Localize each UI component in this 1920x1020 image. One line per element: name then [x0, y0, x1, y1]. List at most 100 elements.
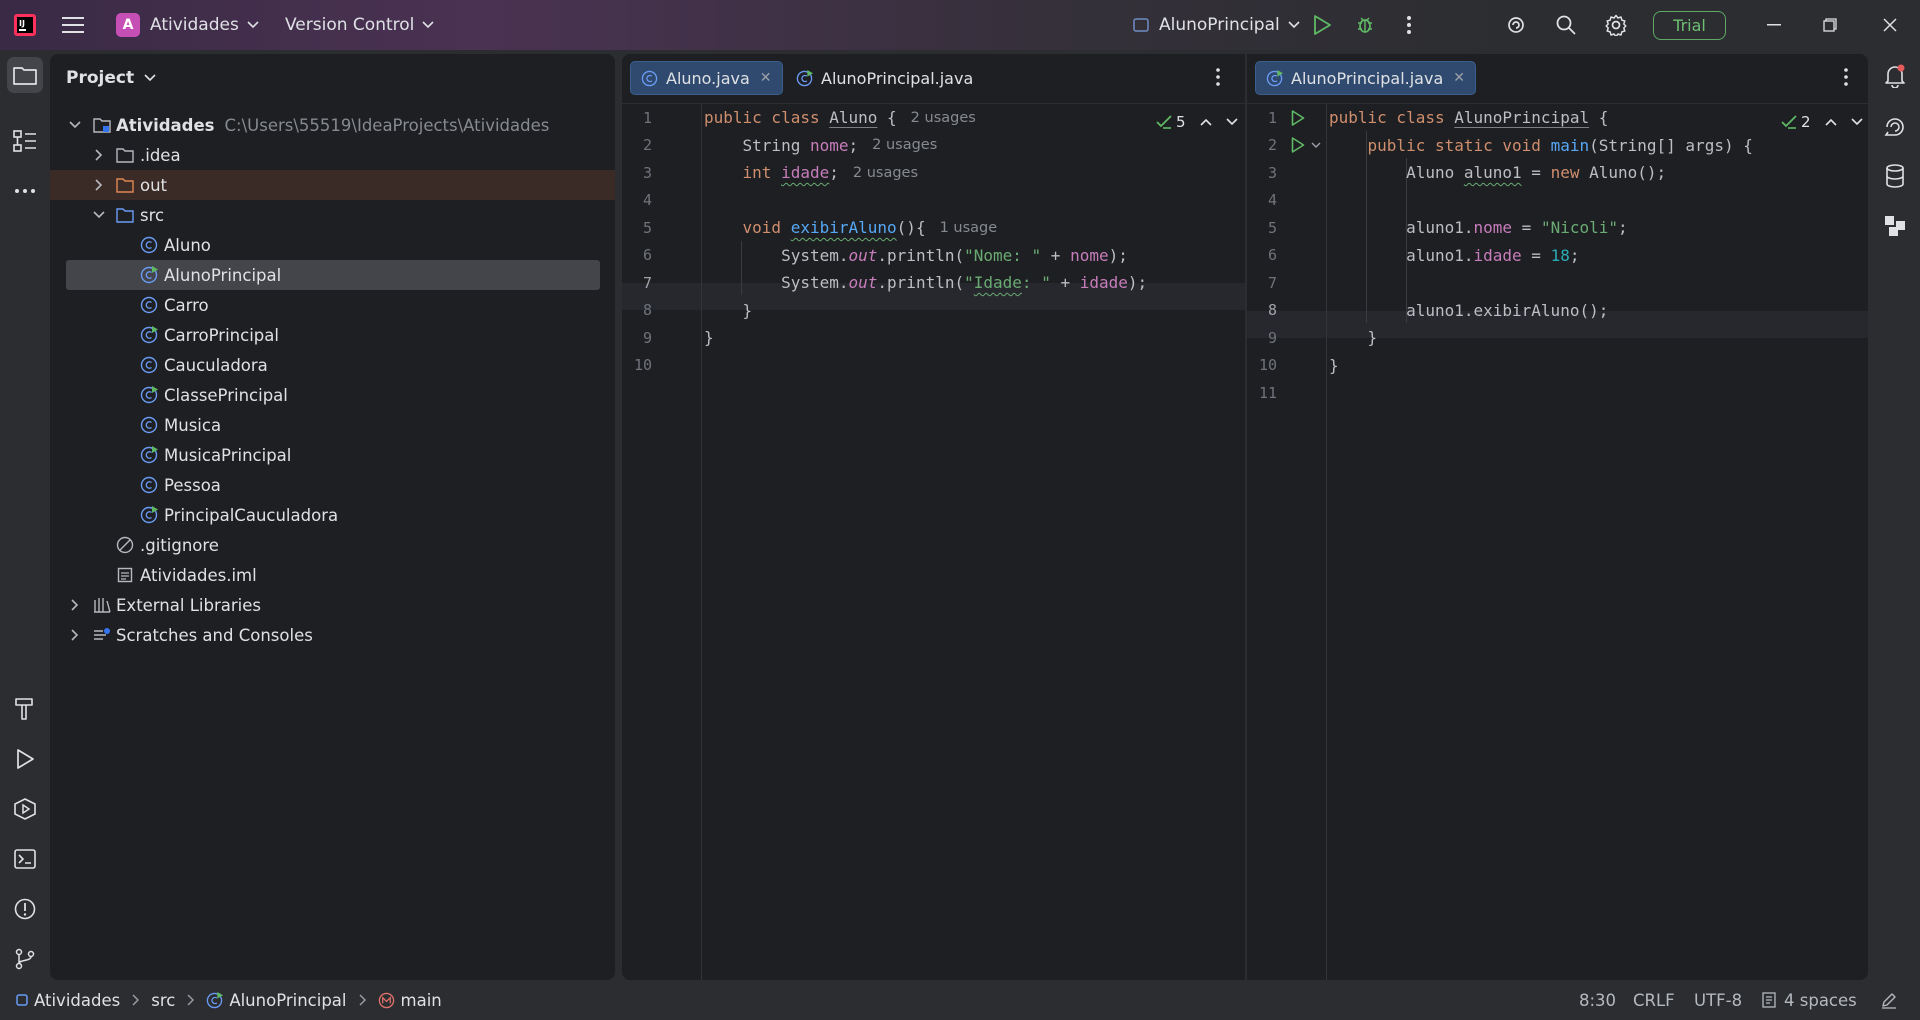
tree-item-out[interactable]: out [50, 170, 615, 200]
tab-alunoprincipal-java[interactable]: AlunoPrincipal.java ✕ [1255, 61, 1476, 95]
chevron-right-icon[interactable] [92, 178, 106, 192]
problems-icon[interactable] [12, 896, 38, 922]
code-token: aluno1. [1329, 218, 1474, 237]
tree-item-external-libraries[interactable]: External Libraries [50, 590, 615, 620]
settings-gear-icon[interactable] [1604, 13, 1628, 37]
tree-item-class[interactable]: Pessoa [50, 470, 615, 500]
tree-item-main-class[interactable]: ClassePrincipal [50, 380, 615, 410]
terminal-icon[interactable] [12, 846, 38, 872]
close-window-icon[interactable] [1878, 13, 1902, 37]
line-number: 5 [1267, 218, 1277, 237]
minimize-window-icon[interactable] [1762, 13, 1786, 37]
structure-icon[interactable] [12, 128, 38, 154]
run-icon[interactable] [1310, 13, 1334, 37]
debug-icon[interactable] [1353, 13, 1377, 37]
restore-window-icon[interactable] [1818, 13, 1842, 37]
code-line: } [704, 324, 714, 351]
method-icon [378, 992, 395, 1009]
code-token: { [1589, 108, 1609, 127]
project-tool-window: Project Atividades C:\Users\55519\IdeaPro… [50, 54, 615, 980]
code-line: public class Aluno {2 usages [704, 104, 976, 131]
tree-item-main-class[interactable]: AlunoPrincipal [66, 260, 600, 290]
tree-item-gitignore[interactable]: .gitignore [50, 530, 615, 560]
tree-item-atividades[interactable]: Atividades C:\Users\55519\IdeaProjects\At… [50, 110, 615, 140]
tree-item-class[interactable]: Aluno [50, 230, 615, 260]
tree-item-main-class[interactable]: PrincipalCauculadora [50, 500, 615, 530]
fold-chevron-icon[interactable] [1309, 138, 1323, 152]
usages-hint[interactable]: 2 usages [853, 165, 918, 181]
more-tabs-icon[interactable] [1215, 68, 1221, 86]
notifications-bell-icon[interactable] [1882, 63, 1908, 89]
line-number: 7 [642, 273, 652, 292]
tree-item-class[interactable]: Cauculadora [50, 350, 615, 380]
chevron-right-icon[interactable] [68, 628, 82, 642]
chevron-down-icon[interactable] [68, 118, 82, 132]
tree-item-class[interactable]: Carro [50, 290, 615, 320]
ai-assistant-icon[interactable] [1504, 13, 1528, 37]
usages-hint[interactable]: 1 usage [940, 220, 998, 236]
breadcrumb-item[interactable]: AlunoPrincipal [229, 991, 346, 1010]
breadcrumb-item[interactable]: Atividades [34, 991, 120, 1010]
code-token: } [1329, 355, 1339, 375]
search-icon[interactable] [1554, 13, 1578, 37]
class-icon [641, 70, 658, 87]
more-tools-icon[interactable] [12, 178, 38, 204]
usages-hint[interactable]: 2 usages [872, 137, 937, 153]
tab-aluno-java[interactable]: Aluno.java ✕ [630, 61, 783, 95]
tree-item-iml[interactable]: Atividades.iml [50, 560, 615, 590]
run-gutter-icon[interactable] [1289, 109, 1307, 127]
plugin-icon[interactable] [1882, 213, 1908, 239]
project-panel-header[interactable]: Project [66, 68, 156, 88]
code-token: String [704, 135, 810, 155]
database-icon[interactable] [1882, 163, 1908, 189]
file-encoding[interactable]: UTF-8 [1694, 980, 1742, 1020]
services-icon[interactable] [12, 796, 38, 822]
code-line: int idade; 2 usages [704, 159, 919, 186]
chevron-right-icon [359, 994, 366, 1006]
run-config-selector[interactable]: AlunoPrincipal [1133, 0, 1300, 50]
close-tab-icon[interactable]: ✕ [760, 70, 772, 86]
tab-alunoprincipal-java[interactable]: AlunoPrincipal.java [786, 61, 983, 95]
chevron-right-icon[interactable] [68, 598, 82, 612]
chevron-right-icon[interactable] [92, 148, 106, 162]
module-icon [16, 994, 28, 1006]
tree-item-main-class[interactable]: MusicaPrincipal [50, 440, 615, 470]
code-line: aluno1. nome = "Nicoli"; [1329, 214, 1628, 241]
more-tabs-icon[interactable] [1843, 68, 1849, 86]
chevron-down-icon[interactable] [92, 208, 106, 222]
excluded-folder-icon [116, 176, 134, 194]
app-logo-icon[interactable]: IJ [13, 13, 37, 37]
project-switcher[interactable]: A Atividades [116, 0, 259, 50]
tab-label: AlunoPrincipal.java [1291, 68, 1444, 88]
tree-item-idea[interactable]: .idea [50, 140, 615, 170]
code-editor-left[interactable]: public class Aluno {2 usages String nome… [704, 104, 1244, 980]
trial-button[interactable]: Trial [1653, 11, 1726, 40]
breadcrumb-item[interactable]: src [151, 991, 175, 1010]
tree-item-src[interactable]: src [50, 200, 615, 230]
code-token: exibirAluno [790, 218, 897, 237]
version-control-menu[interactable]: Version Control [285, 0, 434, 50]
edit-lock-icon[interactable] [1880, 980, 1898, 1020]
breadcrumb-item[interactable]: main [401, 991, 442, 1010]
code-token: System. [704, 245, 849, 265]
tree-item-scratches[interactable]: Scratches and Consoles [50, 620, 615, 650]
ai-chat-icon[interactable] [1882, 113, 1908, 139]
chevron-right-icon [132, 994, 140, 1006]
git-branch-icon[interactable] [12, 946, 38, 972]
usages-hint[interactable]: 2 usages [911, 110, 976, 126]
tree-item-main-class[interactable]: CarroPrincipal [50, 320, 615, 350]
main-menu-icon[interactable] [60, 13, 86, 37]
caret-position[interactable]: 8:30 [1579, 980, 1616, 1020]
code-token: = [1521, 245, 1551, 265]
more-actions-icon[interactable] [1397, 13, 1421, 37]
project-folder-icon[interactable] [7, 57, 43, 93]
line-separator[interactable]: CRLF [1633, 980, 1675, 1020]
build-hammer-icon[interactable] [12, 696, 38, 722]
close-tab-icon[interactable]: ✕ [1453, 70, 1465, 86]
run-tool-icon[interactable] [12, 746, 38, 772]
indent-setting[interactable]: 4 spaces [1762, 980, 1857, 1020]
tree-item-class[interactable]: Musica [50, 410, 615, 440]
tree-item-label: src [140, 205, 165, 225]
code-editor-right[interactable]: public class AlunoPrincipal { public sta… [1329, 104, 1867, 980]
run-gutter-icon[interactable] [1289, 136, 1307, 154]
